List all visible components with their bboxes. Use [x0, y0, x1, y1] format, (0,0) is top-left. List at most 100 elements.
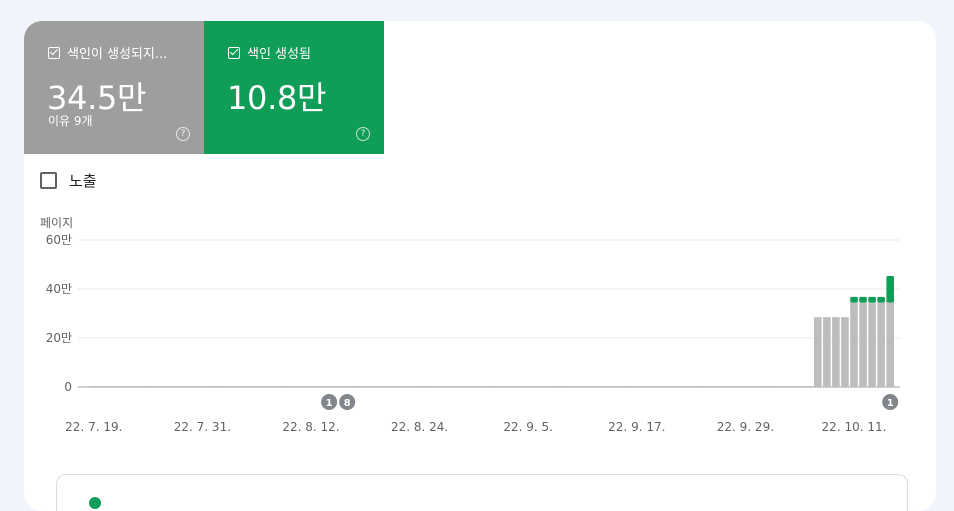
bar-not-indexed — [542, 386, 551, 387]
bar-not-indexed — [732, 386, 741, 387]
bar-not-indexed — [307, 386, 315, 387]
bar-indexed — [859, 296, 867, 303]
bar-not-indexed — [461, 386, 469, 387]
bar-not-indexed — [225, 386, 234, 387]
details-card — [56, 474, 908, 511]
bar-not-indexed — [198, 386, 207, 387]
y-tick-label: 20만 — [46, 331, 72, 345]
bar-not-indexed — [633, 386, 641, 387]
bar-not-indexed — [524, 386, 532, 387]
y-tick-label: 0 — [64, 380, 72, 394]
annotation-label: 1 — [887, 398, 894, 409]
bar-not-indexed — [108, 386, 116, 387]
bar-not-indexed — [261, 386, 270, 387]
bar-not-indexed — [678, 386, 686, 387]
bar-not-indexed — [651, 386, 659, 387]
bar-not-indexed — [669, 386, 677, 387]
bar-not-indexed — [144, 386, 152, 387]
bar-not-indexed — [841, 317, 849, 387]
x-tick-label: 22. 8. 24. — [391, 420, 448, 434]
bar-indexed — [886, 276, 894, 303]
bar-not-indexed — [705, 386, 713, 387]
bar-not-indexed — [804, 386, 813, 387]
bar-not-indexed — [723, 386, 732, 387]
bar-not-indexed — [823, 317, 831, 387]
bar-not-indexed — [243, 386, 252, 387]
x-tick-label: 22. 9. 5. — [503, 420, 553, 434]
bar-not-indexed — [370, 386, 379, 387]
bar-not-indexed — [786, 386, 795, 387]
bar-not-indexed — [868, 302, 876, 387]
bar-not-indexed — [768, 386, 777, 387]
bar-not-indexed — [117, 386, 125, 387]
bar-not-indexed — [515, 386, 523, 387]
annotation-label: 8 — [344, 398, 351, 409]
x-tick-label: 22. 9. 29. — [717, 420, 774, 434]
bar-not-indexed — [135, 386, 143, 387]
bar-not-indexed — [90, 386, 98, 387]
bar-not-indexed — [470, 386, 478, 387]
bar-not-indexed — [162, 386, 170, 387]
bar-not-indexed — [587, 386, 596, 387]
bar-not-indexed — [596, 386, 605, 387]
y-tick-label: 40만 — [46, 282, 72, 296]
bar-not-indexed — [126, 386, 134, 387]
bar-not-indexed — [379, 386, 388, 387]
bar-not-indexed — [325, 386, 333, 387]
bar-not-indexed — [832, 317, 840, 387]
index-coverage-card: 색인이 생성되지... 34.5만 이유 9개 ? 색인 생성됨 10.8만 ?… — [24, 21, 936, 511]
pages-chart: 0 20만 40만 60만 22. 7. 19. 22. 7. 31. 22. 8. 12.… — [46, 233, 900, 434]
bar-not-indexed — [280, 386, 288, 387]
bar-not-indexed — [578, 386, 587, 387]
bar-not-indexed — [361, 386, 370, 387]
bar-not-indexed — [687, 386, 695, 387]
bar-not-indexed — [271, 386, 279, 387]
bar-not-indexed — [424, 386, 433, 387]
bar-not-indexed — [569, 386, 578, 387]
bar-not-indexed — [551, 386, 560, 387]
x-tick-label: 22. 7. 19. — [65, 420, 122, 434]
bar-not-indexed — [886, 302, 894, 387]
bar-not-indexed — [234, 386, 243, 387]
bar-not-indexed — [759, 386, 768, 387]
bar-not-indexed — [289, 386, 297, 387]
bar-not-indexed — [207, 386, 216, 387]
bar-not-indexed — [415, 386, 424, 387]
bar-not-indexed — [488, 386, 496, 387]
bar-not-indexed — [189, 386, 198, 387]
bar-not-indexed — [814, 317, 822, 387]
bar-not-indexed — [298, 386, 306, 387]
bar-not-indexed — [252, 386, 261, 387]
bar-not-indexed — [560, 386, 569, 387]
bar-not-indexed — [452, 386, 460, 387]
bar-indexed — [868, 296, 876, 303]
bar-indexed — [850, 296, 858, 303]
bar-not-indexed — [623, 386, 632, 387]
bar-not-indexed — [406, 386, 415, 387]
bar-not-indexed — [316, 386, 324, 387]
bar-not-indexed — [153, 386, 161, 387]
bar-not-indexed — [642, 386, 650, 387]
bar-not-indexed — [741, 386, 750, 387]
bar-not-indexed — [714, 386, 723, 387]
bar-not-indexed — [343, 386, 351, 387]
bar-not-indexed — [216, 386, 225, 387]
y-tick-label: 60만 — [46, 233, 72, 247]
status-dot-icon — [89, 497, 101, 509]
x-tick-label: 22. 10. 11. — [822, 420, 887, 434]
bar-not-indexed — [497, 386, 505, 387]
bar-not-indexed — [614, 386, 623, 387]
x-tick-label: 22. 7. 31. — [174, 420, 231, 434]
bar-indexed — [877, 296, 885, 303]
bar-not-indexed — [180, 386, 189, 387]
bar-not-indexed — [397, 386, 406, 387]
bar-not-indexed — [750, 386, 759, 387]
bar-not-indexed — [605, 386, 614, 387]
bar-not-indexed — [479, 386, 487, 387]
bar-not-indexed — [352, 386, 361, 387]
bar-not-indexed — [696, 386, 704, 387]
bar-not-indexed — [877, 302, 885, 387]
bar-not-indexed — [442, 386, 451, 387]
bar-not-indexed — [777, 386, 786, 387]
bar-not-indexed — [334, 386, 342, 387]
